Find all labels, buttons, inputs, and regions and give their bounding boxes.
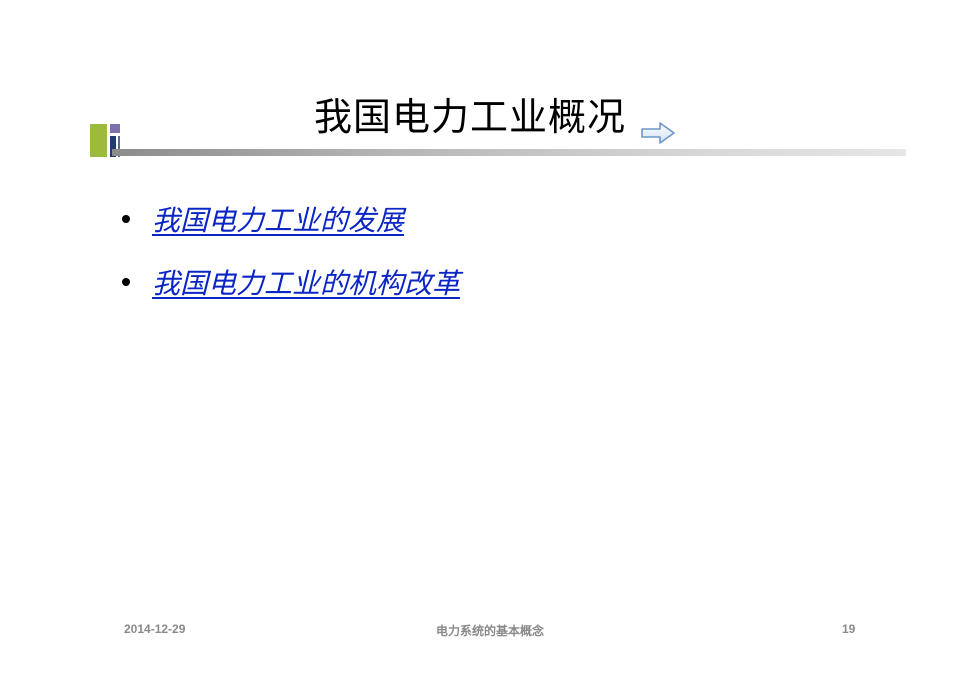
right-arrow-icon[interactable] bbox=[640, 107, 676, 144]
logo-block-purple bbox=[110, 124, 120, 133]
title-divider bbox=[112, 149, 906, 156]
slide: 我国电力工业概况 我国电力工业的发展 我国电力工业的机构改革 2014-12-2… bbox=[0, 0, 980, 692]
slide-title: 我国电力工业概况 bbox=[313, 95, 626, 139]
link-institutional-reform[interactable]: 我国电力工业的机构改革 bbox=[152, 262, 460, 302]
list-item: 我国电力工业的发展 bbox=[122, 200, 460, 238]
logo-block-green bbox=[90, 124, 107, 157]
bullet-list: 我国电力工业的发展 我国电力工业的机构改革 bbox=[122, 200, 460, 326]
bullet-dot bbox=[122, 278, 130, 286]
bullet-dot bbox=[122, 215, 130, 223]
footer-title: 电力系统的基本概念 bbox=[435, 624, 544, 638]
title-wrap: 我国电力工业概况 bbox=[313, 92, 676, 144]
list-item: 我国电力工业的机构改革 bbox=[122, 263, 460, 301]
link-development[interactable]: 我国电力工业的发展 bbox=[152, 199, 404, 239]
page-number: 19 bbox=[842, 622, 856, 636]
slide-title-row: 我国电力工业概况 bbox=[0, 92, 980, 144]
